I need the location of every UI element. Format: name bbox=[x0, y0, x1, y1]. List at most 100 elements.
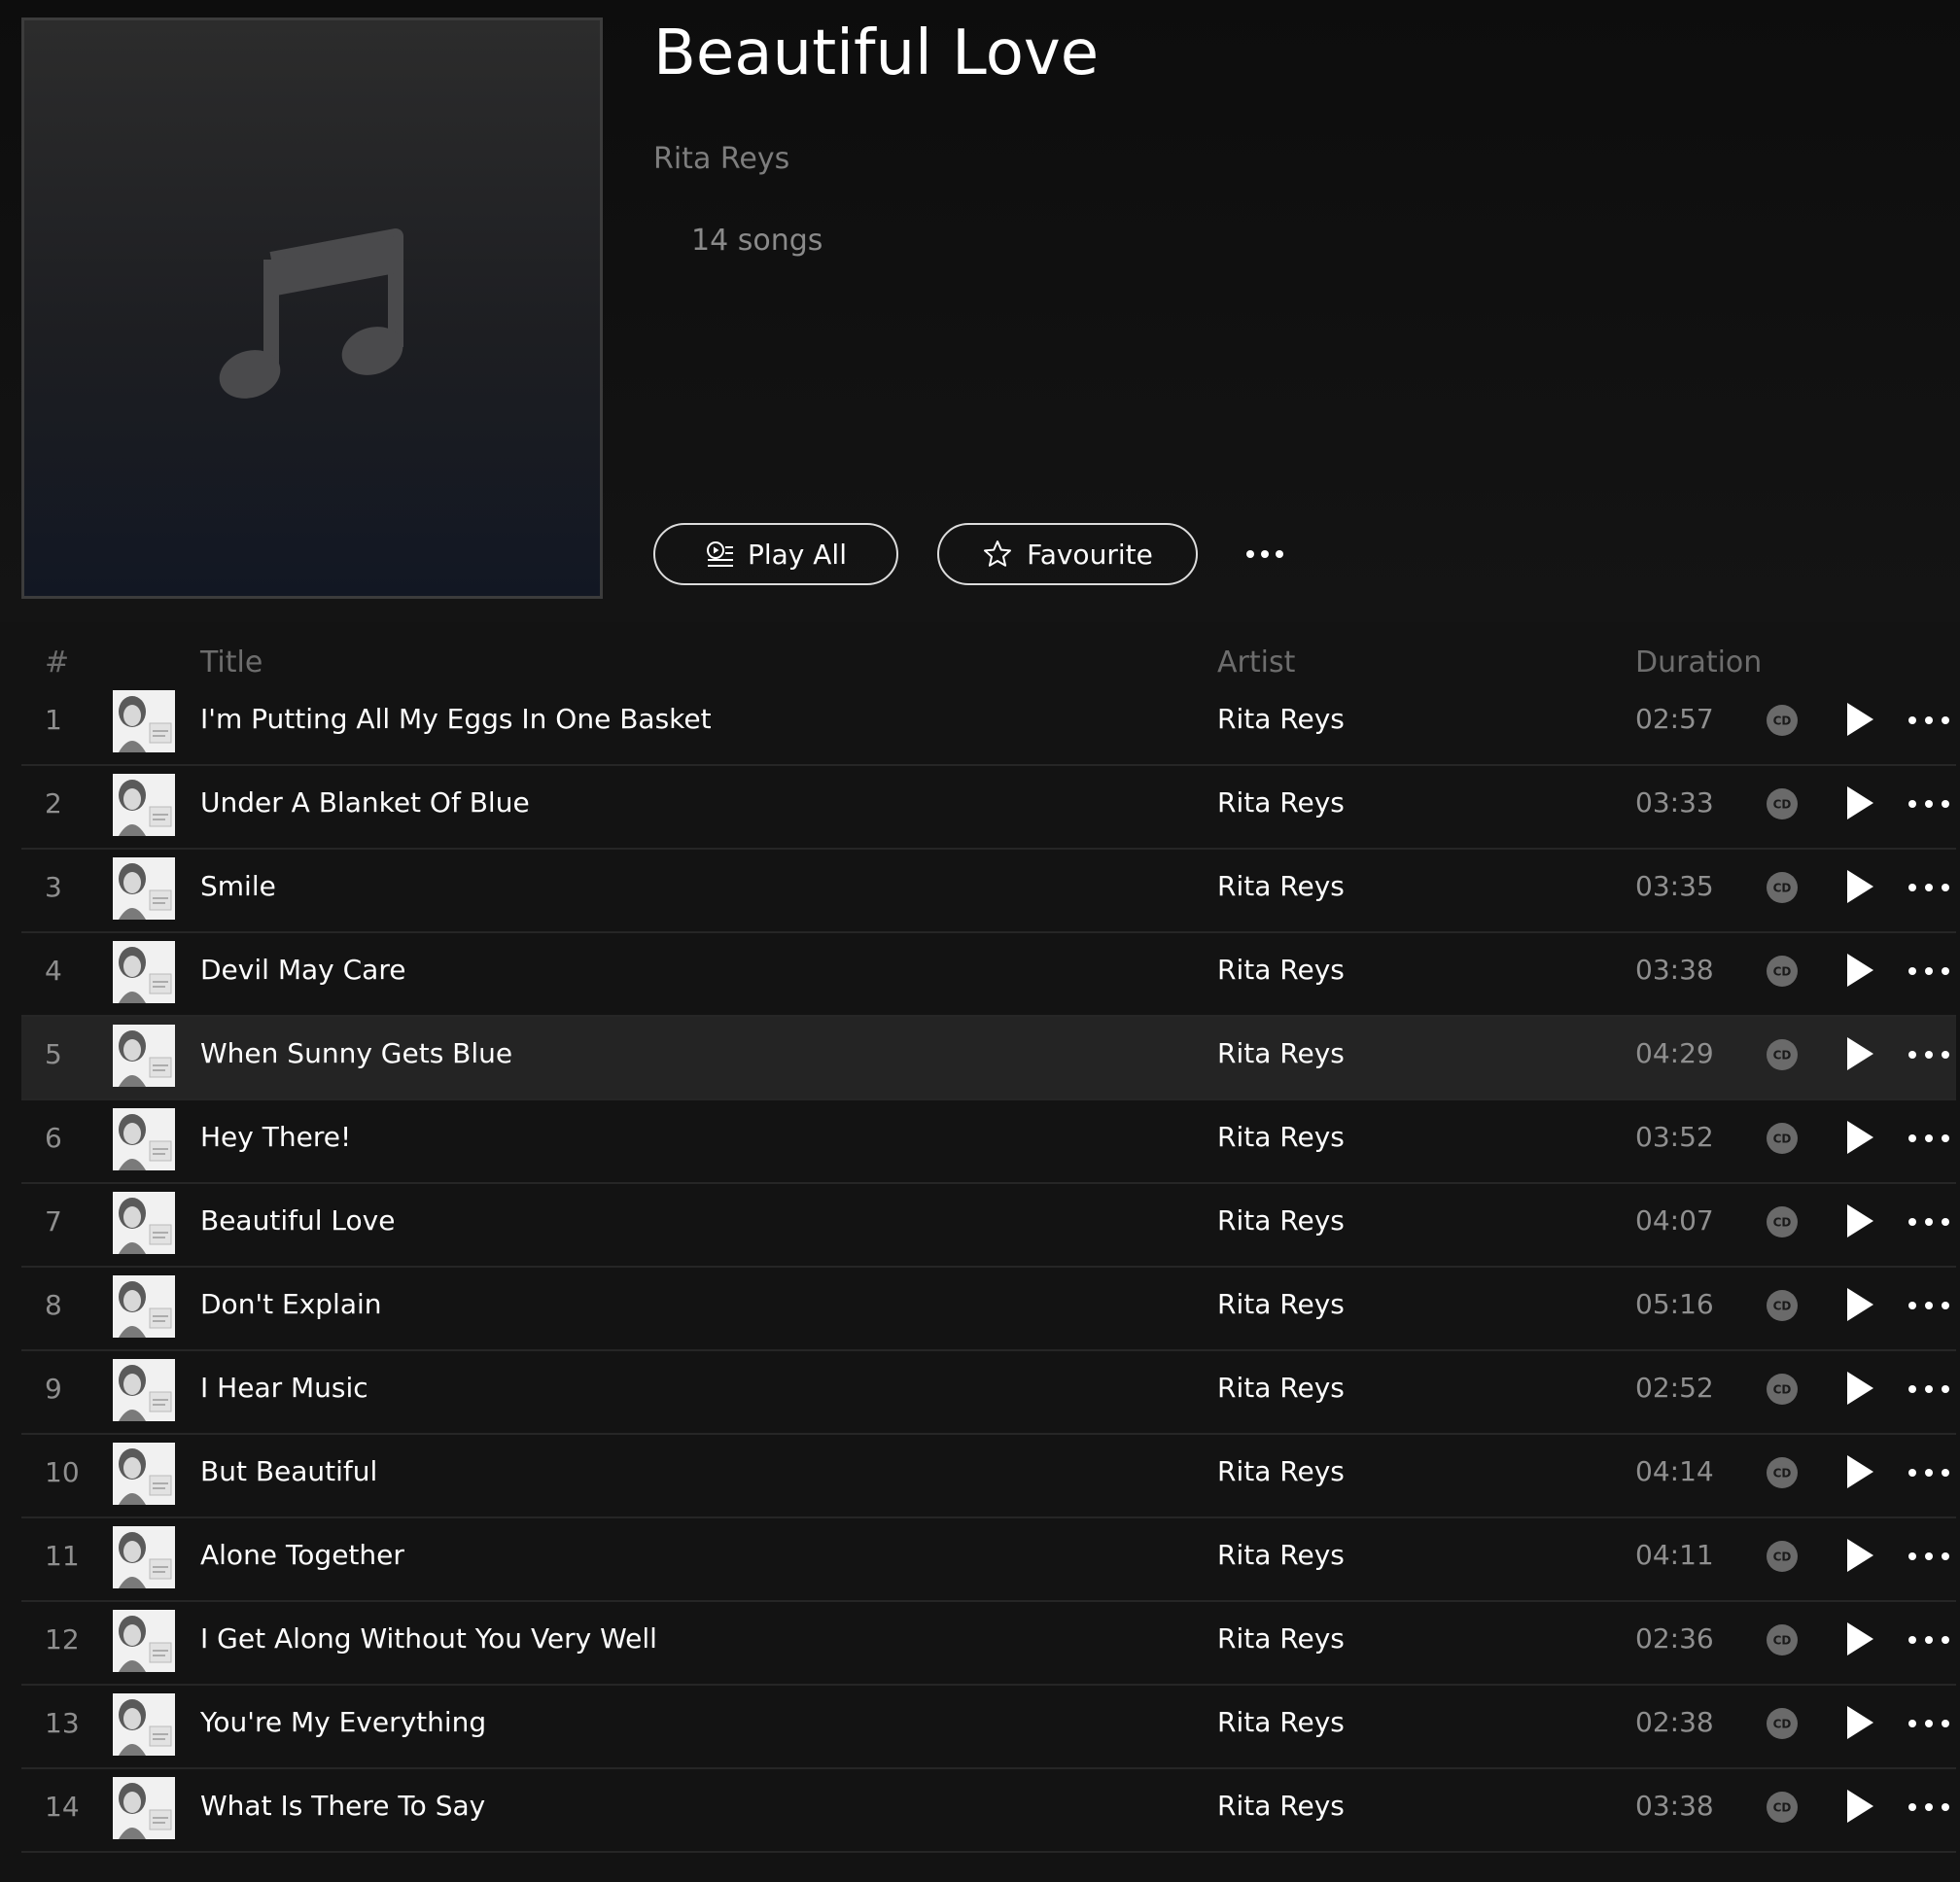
track-title[interactable]: I Get Along Without You Very Well bbox=[200, 1622, 657, 1655]
track-artist-link[interactable]: Rita Reys bbox=[1217, 1706, 1345, 1738]
track-row[interactable]: 1 I'm Putting All My Eggs In One Basket … bbox=[21, 682, 1956, 766]
play-all-label: Play All bbox=[747, 538, 847, 571]
more-icon[interactable] bbox=[1906, 1291, 1952, 1320]
cd-quality-icon: CD bbox=[1767, 1792, 1798, 1823]
play-icon[interactable] bbox=[1841, 1787, 1876, 1826]
svg-text:CD: CD bbox=[1773, 714, 1792, 728]
track-duration: 03:35 bbox=[1635, 870, 1714, 902]
more-icon[interactable] bbox=[1906, 1458, 1952, 1487]
track-title[interactable]: Don't Explain bbox=[200, 1288, 382, 1320]
cd-quality-icon: CD bbox=[1767, 1374, 1798, 1405]
track-row[interactable]: 9 I Hear Music Rita Reys 02:52 CD bbox=[21, 1351, 1956, 1435]
track-artist-link[interactable]: Rita Reys bbox=[1217, 1372, 1345, 1404]
album-more-button[interactable] bbox=[1241, 533, 1289, 575]
track-title[interactable]: You're My Everything bbox=[200, 1706, 486, 1738]
track-thumbnail bbox=[113, 1610, 175, 1672]
play-icon[interactable] bbox=[1841, 1620, 1876, 1658]
track-artist-link[interactable]: Rita Reys bbox=[1217, 1288, 1345, 1320]
album-cover bbox=[21, 17, 603, 599]
more-icon[interactable] bbox=[1906, 1124, 1952, 1153]
track-artist-link[interactable]: Rita Reys bbox=[1217, 1204, 1345, 1237]
track-artist-link[interactable]: Rita Reys bbox=[1217, 1121, 1345, 1153]
more-icon[interactable] bbox=[1906, 1625, 1952, 1655]
track-number: 13 bbox=[45, 1707, 80, 1739]
track-title[interactable]: But Beautiful bbox=[200, 1455, 377, 1487]
svg-text:CD: CD bbox=[1773, 1551, 1792, 1564]
music-note-icon bbox=[219, 228, 403, 399]
track-title[interactable]: Beautiful Love bbox=[200, 1204, 395, 1237]
more-icon[interactable] bbox=[1906, 1040, 1952, 1069]
play-icon[interactable] bbox=[1841, 700, 1876, 739]
play-icon[interactable] bbox=[1841, 951, 1876, 990]
svg-text:CD: CD bbox=[1773, 1801, 1792, 1815]
more-icon[interactable] bbox=[1906, 1542, 1952, 1571]
cd-quality-icon: CD bbox=[1767, 1624, 1798, 1655]
track-artist-link[interactable]: Rita Reys bbox=[1217, 1539, 1345, 1571]
track-artist-link[interactable]: Rita Reys bbox=[1217, 1622, 1345, 1655]
more-icon[interactable] bbox=[1906, 957, 1952, 986]
play-all-button[interactable]: Play All bbox=[653, 523, 898, 585]
track-duration: 05:16 bbox=[1635, 1288, 1714, 1320]
track-thumbnail bbox=[113, 1443, 175, 1505]
track-row[interactable]: 12 I Get Along Without You Very Well Rit… bbox=[21, 1602, 1956, 1686]
play-icon[interactable] bbox=[1841, 1034, 1876, 1073]
track-title[interactable]: Hey There! bbox=[200, 1121, 351, 1153]
track-row[interactable]: 3 Smile Rita Reys 03:35 CD bbox=[21, 850, 1956, 933]
track-artist-link[interactable]: Rita Reys bbox=[1217, 1455, 1345, 1487]
play-icon[interactable] bbox=[1841, 1369, 1876, 1408]
track-row[interactable]: 10 But Beautiful Rita Reys 04:14 CD bbox=[21, 1435, 1956, 1518]
favourite-button[interactable]: Favourite bbox=[937, 523, 1198, 585]
track-row[interactable]: 11 Alone Together Rita Reys 04:11 CD bbox=[21, 1518, 1956, 1602]
track-title[interactable]: Devil May Care bbox=[200, 954, 405, 986]
track-title[interactable]: Under A Blanket Of Blue bbox=[200, 786, 530, 819]
track-row[interactable]: 4 Devil May Care Rita Reys 03:38 CD bbox=[21, 933, 1956, 1017]
track-row[interactable]: 7 Beautiful Love Rita Reys 04:07 CD bbox=[21, 1184, 1956, 1268]
track-row[interactable]: 14 What Is There To Say Rita Reys 03:38 … bbox=[21, 1769, 1956, 1853]
play-icon[interactable] bbox=[1841, 1202, 1876, 1240]
track-row[interactable]: 8 Don't Explain Rita Reys 05:16 CD bbox=[21, 1268, 1956, 1351]
play-icon[interactable] bbox=[1841, 867, 1876, 906]
track-artist-link[interactable]: Rita Reys bbox=[1217, 1037, 1345, 1069]
more-icon[interactable] bbox=[1906, 1793, 1952, 1822]
track-thumbnail bbox=[113, 1275, 175, 1338]
track-duration: 03:38 bbox=[1635, 1790, 1714, 1822]
track-number: 14 bbox=[45, 1791, 80, 1823]
track-number: 1 bbox=[45, 704, 62, 736]
play-icon[interactable] bbox=[1841, 1452, 1876, 1491]
track-artist-link[interactable]: Rita Reys bbox=[1217, 703, 1345, 735]
album-artist-link[interactable]: Rita Reys bbox=[653, 142, 789, 176]
track-artist-link[interactable]: Rita Reys bbox=[1217, 1790, 1345, 1822]
column-header-duration[interactable]: Duration bbox=[1635, 645, 1762, 680]
play-icon[interactable] bbox=[1841, 784, 1876, 822]
cd-quality-icon: CD bbox=[1767, 1290, 1798, 1321]
track-title[interactable]: I Hear Music bbox=[200, 1372, 368, 1404]
svg-text:CD: CD bbox=[1773, 1383, 1792, 1397]
track-row[interactable]: 6 Hey There! Rita Reys 03:52 CD bbox=[21, 1100, 1956, 1184]
svg-text:CD: CD bbox=[1773, 1467, 1792, 1481]
play-icon[interactable] bbox=[1841, 1703, 1876, 1742]
track-title[interactable]: When Sunny Gets Blue bbox=[200, 1037, 512, 1069]
track-row[interactable]: 13 You're My Everything Rita Reys 02:38 … bbox=[21, 1686, 1956, 1769]
track-row[interactable]: 5 When Sunny Gets Blue Rita Reys 04:29 C… bbox=[21, 1017, 1956, 1100]
more-icon[interactable] bbox=[1906, 706, 1952, 735]
track-title[interactable]: Smile bbox=[200, 870, 276, 902]
track-artist-link[interactable]: Rita Reys bbox=[1217, 786, 1345, 819]
play-icon[interactable] bbox=[1841, 1536, 1876, 1575]
more-icon[interactable] bbox=[1906, 1709, 1952, 1738]
track-row[interactable]: 2 Under A Blanket Of Blue Rita Reys 03:3… bbox=[21, 766, 1956, 850]
more-icon[interactable] bbox=[1906, 873, 1952, 902]
column-header-artist[interactable]: Artist bbox=[1217, 645, 1295, 680]
track-title[interactable]: What Is There To Say bbox=[200, 1790, 485, 1822]
track-artist-link[interactable]: Rita Reys bbox=[1217, 954, 1345, 986]
more-icon[interactable] bbox=[1906, 1375, 1952, 1404]
track-number: 7 bbox=[45, 1205, 62, 1237]
track-artist-link[interactable]: Rita Reys bbox=[1217, 870, 1345, 902]
more-icon[interactable] bbox=[1906, 789, 1952, 819]
track-title[interactable]: I'm Putting All My Eggs In One Basket bbox=[200, 703, 712, 735]
play-icon[interactable] bbox=[1841, 1285, 1876, 1324]
track-title[interactable]: Alone Together bbox=[200, 1539, 404, 1571]
column-header-title[interactable]: Title bbox=[200, 645, 262, 680]
more-icon[interactable] bbox=[1906, 1207, 1952, 1237]
play-icon[interactable] bbox=[1841, 1118, 1876, 1157]
track-duration: 04:11 bbox=[1635, 1539, 1714, 1571]
